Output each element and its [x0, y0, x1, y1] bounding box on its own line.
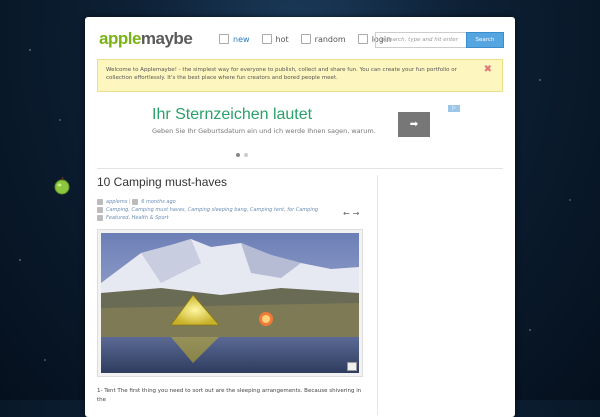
user-icon: [97, 199, 103, 205]
apple-icon[interactable]: [53, 177, 71, 195]
image-gallery-icon[interactable]: [347, 362, 357, 371]
post-tags[interactable]: Camping, Camping must haves, Camping sle…: [106, 206, 318, 214]
header-divider: [97, 168, 503, 169]
post-image[interactable]: [97, 229, 363, 377]
tag-icon: [97, 207, 103, 213]
ad-choices-icon[interactable]: ▷: [448, 105, 460, 112]
ad-title[interactable]: Ihr Sternzeichen lautet: [152, 106, 312, 124]
carousel-dot[interactable]: [244, 153, 248, 157]
folder-icon: [97, 215, 103, 221]
prev-post-arrow[interactable]: ←: [343, 209, 353, 218]
nav-label: random: [314, 34, 346, 44]
page-container: applemaybe new hot random login to searc…: [85, 17, 515, 417]
sidebar-divider: [377, 175, 378, 415]
post-date: 6 months ago: [141, 199, 176, 205]
site-logo[interactable]: applemaybe: [99, 29, 193, 49]
nav-item-random[interactable]: random: [300, 34, 346, 44]
close-icon[interactable]: ✖: [484, 65, 492, 75]
ad-subtitle: Geben Sie Ihr Geburtsdatum ein und ich w…: [152, 127, 376, 135]
notice-text: Welcome to Applemaybe! - the simplest wa…: [106, 67, 457, 81]
search-input[interactable]: to search, type and hit enter: [375, 32, 471, 48]
pencil-icon: [357, 34, 368, 44]
nav-item-hot[interactable]: hot: [261, 34, 289, 44]
post-title[interactable]: 10 Camping must-haves: [97, 175, 227, 189]
ad-arrow-button[interactable]: ➡: [398, 112, 430, 137]
carousel-dot-active[interactable]: [236, 153, 240, 157]
calendar-icon: [132, 199, 139, 205]
carousel-dots: [236, 153, 248, 157]
post-author[interactable]: applems: [106, 198, 127, 206]
document-icon: [219, 34, 229, 44]
ad-banner[interactable]: Ihr Sternzeichen lautet Geben Sie Ihr Ge…: [152, 103, 462, 163]
nav-label: new: [233, 34, 250, 44]
next-post-arrow[interactable]: →: [353, 209, 363, 218]
post-navigation: ←→: [343, 209, 362, 218]
flame-icon: [261, 34, 272, 44]
logo-part-apple: apple: [99, 29, 141, 48]
post-meta: applems | 6 months ago Camping, Camping …: [97, 198, 367, 222]
search-button[interactable]: Search: [466, 32, 504, 48]
logo-part-maybe: maybe: [140, 29, 193, 48]
post-body: 1- Tent The first thing you need to sort…: [97, 388, 362, 403]
shuffle-icon: [300, 34, 311, 44]
nav-item-new[interactable]: new: [219, 34, 250, 44]
post-categories[interactable]: Featured, Health & Sport: [106, 214, 169, 222]
camping-photo: [101, 233, 359, 373]
welcome-notice: Welcome to Applemaybe! - the simplest wa…: [97, 59, 503, 92]
nav-label: hot: [275, 34, 289, 44]
